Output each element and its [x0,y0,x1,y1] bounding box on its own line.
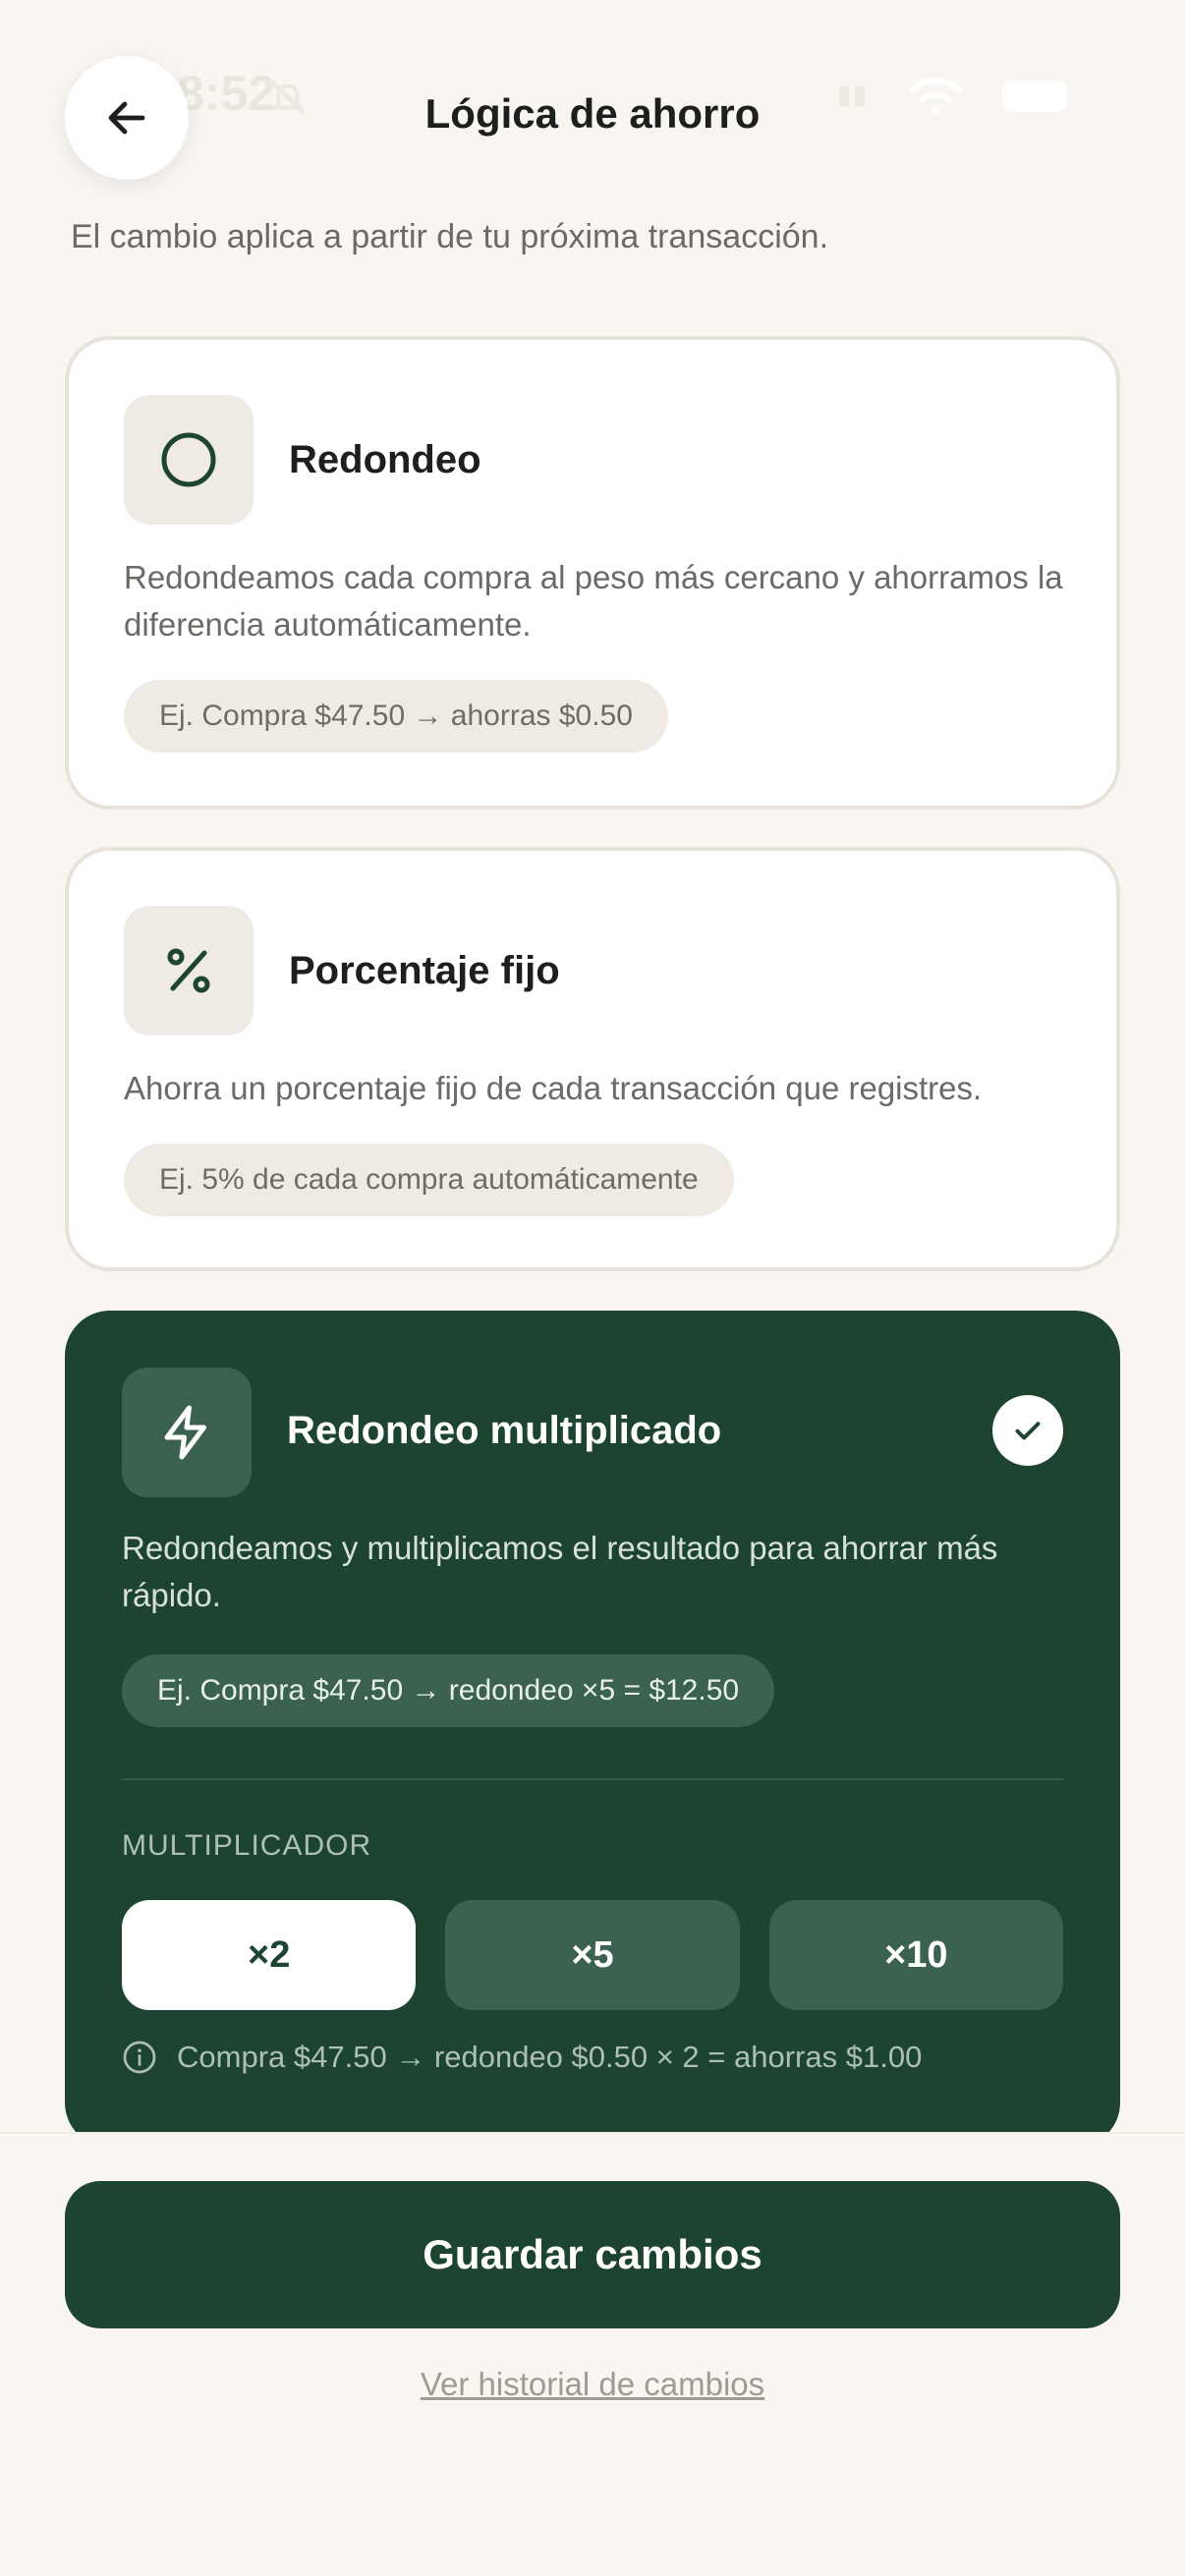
multiplier-label: MULTIPLICADOR [122,1829,372,1862]
multiplier-info-text: Compra $47.50 → redondeo $0.50 × 2 = aho… [177,2040,923,2074]
option-description: Ahorra un porcentaje fijo de cada transa… [124,1070,983,1106]
option-title: Redondeo multiplicado [287,1409,722,1452]
save-button[interactable]: Guardar cambios [65,2181,1120,2328]
divider [122,1778,1063,1780]
page-title: Lógica de ahorro [424,90,761,137]
multiplier-options: ×2 ×5 ×10 [122,1900,1063,2010]
multiplier-x2-button[interactable]: ×2 [122,1900,417,2010]
option-title: Redondeo [289,438,481,481]
multiplier-x10-button[interactable]: ×10 [768,1900,1063,2010]
option-example: Ej. Compra $47.50 → ahorras $0.50 [124,680,668,753]
option-icon-box [124,395,254,525]
lightning-icon [164,1405,206,1460]
circle-icon [161,432,216,487]
multiplier-info: Compra $47.50 → redondeo $0.50 × 2 = aho… [122,2040,922,2075]
option-card-redondeo-multiplicado[interactable]: Redondeo multiplicado Redondeamos y mult… [65,1311,1120,2148]
page-subtitle: El cambio aplica a partir de tu próxima … [71,218,829,255]
option-example: Ej. 5% de cada compra automáticamente [124,1144,734,1216]
history-link[interactable]: Ver historial de cambios [0,2366,1185,2403]
option-card-porcentaje-fijo[interactable]: Porcentaje fijo Ahorra un porcentaje fij… [65,847,1120,1271]
check-icon [1015,1422,1041,1440]
multiplier-x5-button[interactable]: ×5 [445,1900,740,2010]
option-description: Redondeamos y multiplicamos el resultado… [122,1530,998,1613]
selected-check-icon [992,1395,1063,1466]
info-icon [123,2041,156,2074]
option-description: Redondeamos cada compra al peso más cerc… [124,559,1063,643]
option-card-redondeo[interactable]: Redondeo Redondeamos cada compra al peso… [65,336,1120,810]
option-icon-box [122,1368,252,1497]
option-title: Porcentaje fijo [289,949,560,992]
percent-icon [167,948,210,993]
option-icon-box [124,906,254,1036]
option-example: Ej. Compra $47.50 → redondeo ×5 = $12.50 [122,1654,775,1727]
